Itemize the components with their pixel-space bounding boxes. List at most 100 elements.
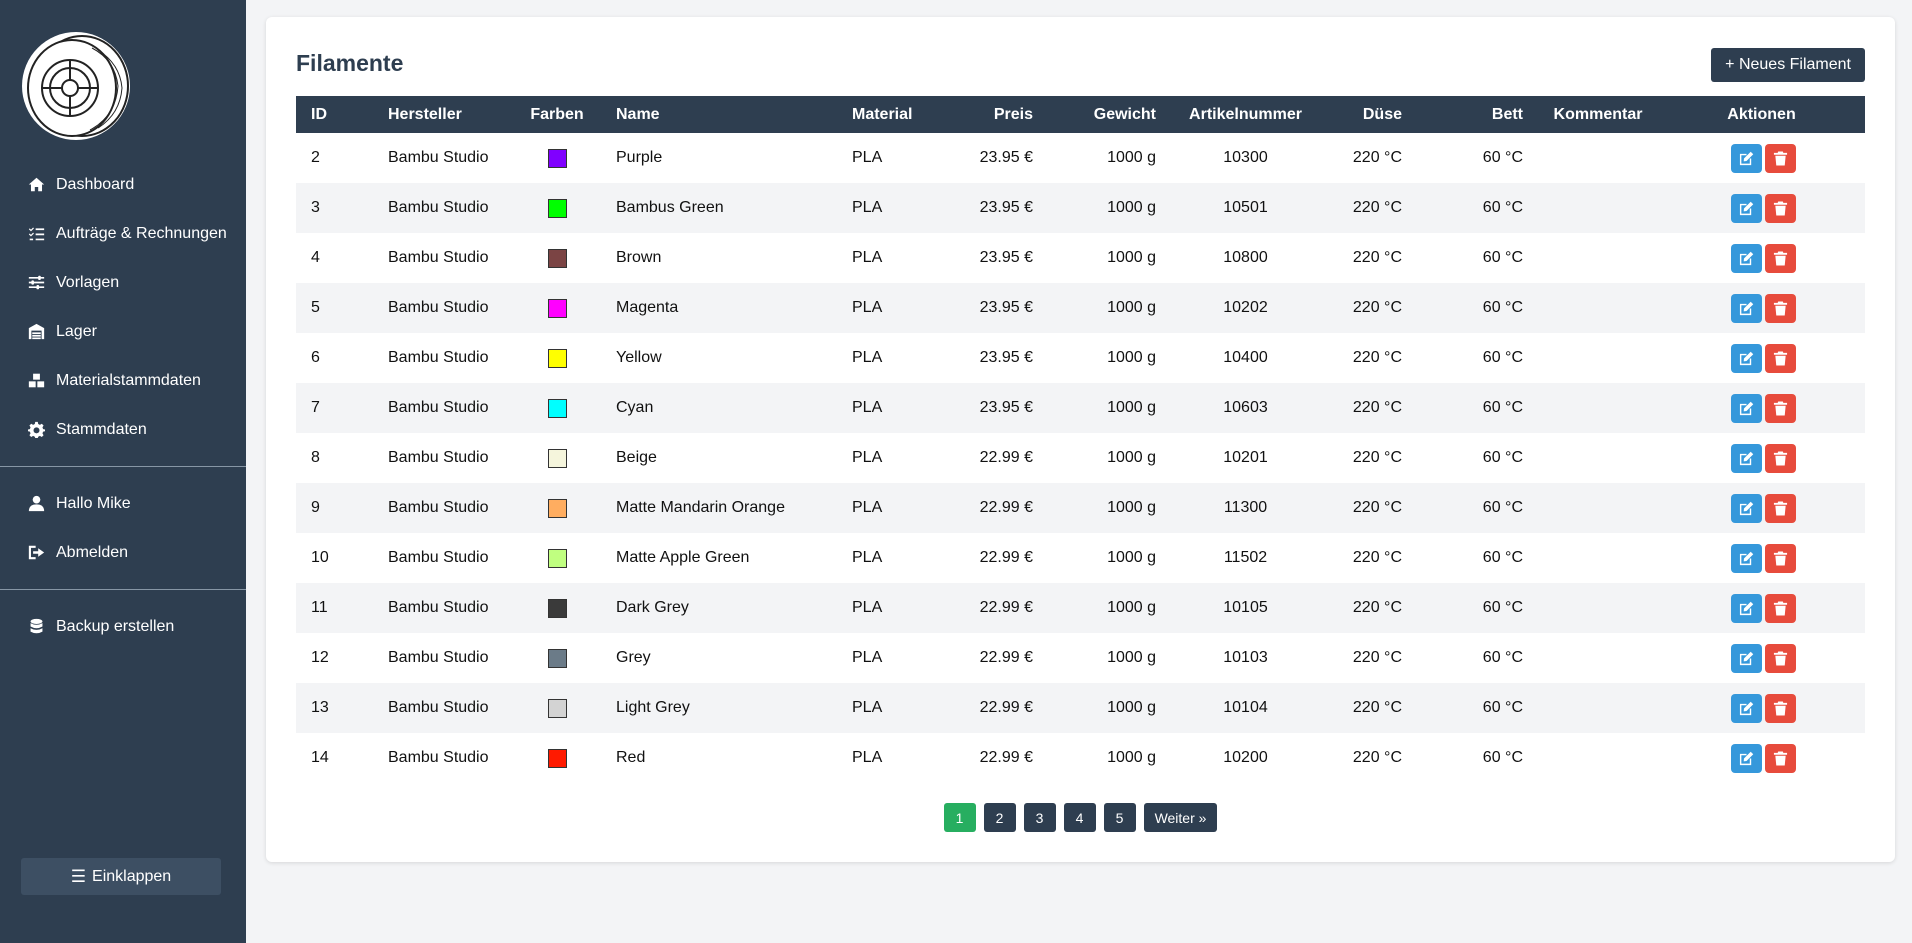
trash-icon — [1773, 650, 1787, 666]
edit-button[interactable] — [1730, 243, 1762, 273]
cell-farben — [513, 583, 601, 633]
cell-name: Matte Mandarin Orange — [616, 499, 785, 516]
edit-icon — [1739, 651, 1753, 665]
delete-button[interactable] — [1764, 693, 1796, 723]
cell-material: PLA — [852, 249, 883, 266]
table-row: 4 Bambu Studio Brown PLA 23.95 € 1000 g 10800 2… — [296, 233, 1865, 283]
col-material[interactable]: Material — [837, 96, 952, 133]
delete-button[interactable] — [1764, 493, 1796, 523]
color-swatch — [547, 148, 567, 168]
table-row: 13 Bambu Studio Light Grey PLA 22.99 € 1000 g… — [296, 683, 1865, 733]
table-row: 11 Bambu Studio Dark Grey PLA 22.99 € 1000 g 1… — [296, 583, 1865, 633]
sidebar-item-auftraege[interactable]: Aufträge & Rechnungen — [0, 209, 246, 258]
edit-button[interactable] — [1730, 743, 1762, 773]
sidebar-divider — [0, 466, 246, 467]
col-preis[interactable]: Preis — [952, 96, 1048, 133]
sidebar-item-dashboard[interactable]: Dashboard — [0, 160, 246, 209]
next-page-button[interactable]: Weiter » — [1143, 803, 1218, 832]
edit-button[interactable] — [1730, 593, 1762, 623]
delete-button[interactable] — [1764, 443, 1796, 473]
sidebar-item-user[interactable]: Hallo Mike — [0, 479, 246, 528]
cell-preis: 23.95 € — [979, 249, 1033, 266]
new-filament-button[interactable]: + Neues Filament — [1711, 48, 1865, 82]
table-row: 14 Bambu Studio Red PLA 22.99 € 1000 g 10200 22… — [296, 733, 1865, 783]
edit-button[interactable] — [1730, 493, 1762, 523]
boxes-icon — [26, 371, 46, 391]
col-gewicht[interactable]: Gewicht — [1048, 96, 1171, 133]
cell-gewicht: 1000 g — [1107, 449, 1156, 466]
col-hersteller[interactable]: Hersteller — [373, 96, 513, 133]
delete-button[interactable] — [1764, 643, 1796, 673]
cell-material: PLA — [852, 449, 883, 466]
cell-duese: 220 °C — [1352, 449, 1402, 466]
edit-icon — [1739, 701, 1753, 715]
col-duese[interactable]: Düse — [1320, 96, 1417, 133]
color-swatch — [547, 198, 567, 218]
cell-preis: 22.99 € — [979, 649, 1033, 666]
cell-bett: 60 °C — [1482, 449, 1523, 466]
cell-preis: 22.99 € — [979, 499, 1033, 516]
delete-button[interactable] — [1764, 543, 1796, 573]
edit-button[interactable] — [1730, 693, 1762, 723]
table-row: 10 Bambu Studio Matte Apple Green PLA 22.99 … — [296, 533, 1865, 583]
edit-icon — [1739, 151, 1753, 165]
cell-duese: 220 °C — [1352, 249, 1402, 266]
col-name[interactable]: Name — [601, 96, 837, 133]
cell-bett: 60 °C — [1482, 649, 1523, 666]
col-artikelnummer[interactable]: Artikelnummer — [1171, 96, 1320, 133]
cell-bett: 60 °C — [1482, 699, 1523, 716]
delete-button[interactable] — [1764, 193, 1796, 223]
sidebar-item-vorlagen[interactable]: Vorlagen — [0, 258, 246, 307]
delete-button[interactable] — [1764, 743, 1796, 773]
cell-duese: 220 °C — [1352, 549, 1402, 566]
cell-bett: 60 °C — [1482, 299, 1523, 316]
cell-bett: 60 °C — [1482, 399, 1523, 416]
sidebar-item-materialstammdaten[interactable]: Materialstammdaten — [0, 356, 246, 405]
sidebar-item-lager[interactable]: Lager — [0, 307, 246, 356]
cell-kommentar — [1538, 383, 1658, 433]
collapse-sidebar-button[interactable]: ☰ Einklappen — [21, 858, 221, 895]
sidebar-item-abmelden[interactable]: Abmelden — [0, 528, 246, 577]
page-button[interactable]: 3 — [1023, 803, 1056, 832]
cell-hersteller: Bambu Studio — [388, 749, 489, 766]
cell-artikelnummer: 10200 — [1223, 749, 1268, 766]
sidebar-item-backup[interactable]: Backup erstellen — [0, 602, 246, 651]
cell-farben — [513, 483, 601, 533]
pagination: 1 2 3 4 5 Weiter » — [266, 803, 1895, 832]
delete-button[interactable] — [1764, 243, 1796, 273]
col-id[interactable]: ID — [296, 96, 373, 133]
cell-duese: 220 °C — [1352, 749, 1402, 766]
edit-button[interactable] — [1730, 143, 1762, 173]
edit-button[interactable] — [1730, 543, 1762, 573]
edit-button[interactable] — [1730, 293, 1762, 323]
color-swatch — [547, 698, 567, 718]
delete-button[interactable] — [1764, 343, 1796, 373]
cell-duese: 220 °C — [1352, 599, 1402, 616]
edit-icon — [1739, 601, 1753, 615]
cell-artikelnummer: 10800 — [1223, 249, 1268, 266]
cell-bett: 60 °C — [1482, 199, 1523, 216]
cell-id: 8 — [311, 449, 320, 466]
delete-button[interactable] — [1764, 393, 1796, 423]
edit-button[interactable] — [1730, 393, 1762, 423]
col-farben[interactable]: Farben — [513, 96, 601, 133]
sidebar-item-label: Dashboard — [56, 175, 135, 193]
col-kommentar[interactable]: Kommentar — [1538, 96, 1658, 133]
page-button[interactable]: 4 — [1063, 803, 1096, 832]
edit-button[interactable] — [1730, 343, 1762, 373]
page-button[interactable]: 2 — [983, 803, 1016, 832]
page-button[interactable]: 1 — [943, 803, 976, 832]
edit-button[interactable] — [1730, 443, 1762, 473]
sidebar-item-stammdaten[interactable]: Stammdaten — [0, 405, 246, 454]
edit-button[interactable] — [1730, 643, 1762, 673]
cell-kommentar — [1538, 533, 1658, 583]
col-bett[interactable]: Bett — [1417, 96, 1538, 133]
cell-aktionen — [1658, 683, 1865, 733]
edit-button[interactable] — [1730, 193, 1762, 223]
delete-button[interactable] — [1764, 143, 1796, 173]
page-button[interactable]: 5 — [1103, 803, 1136, 832]
cell-name: Brown — [616, 249, 662, 266]
sidebar-item-label: Hallo Mike — [56, 494, 131, 512]
delete-button[interactable] — [1764, 593, 1796, 623]
delete-button[interactable] — [1764, 293, 1796, 323]
